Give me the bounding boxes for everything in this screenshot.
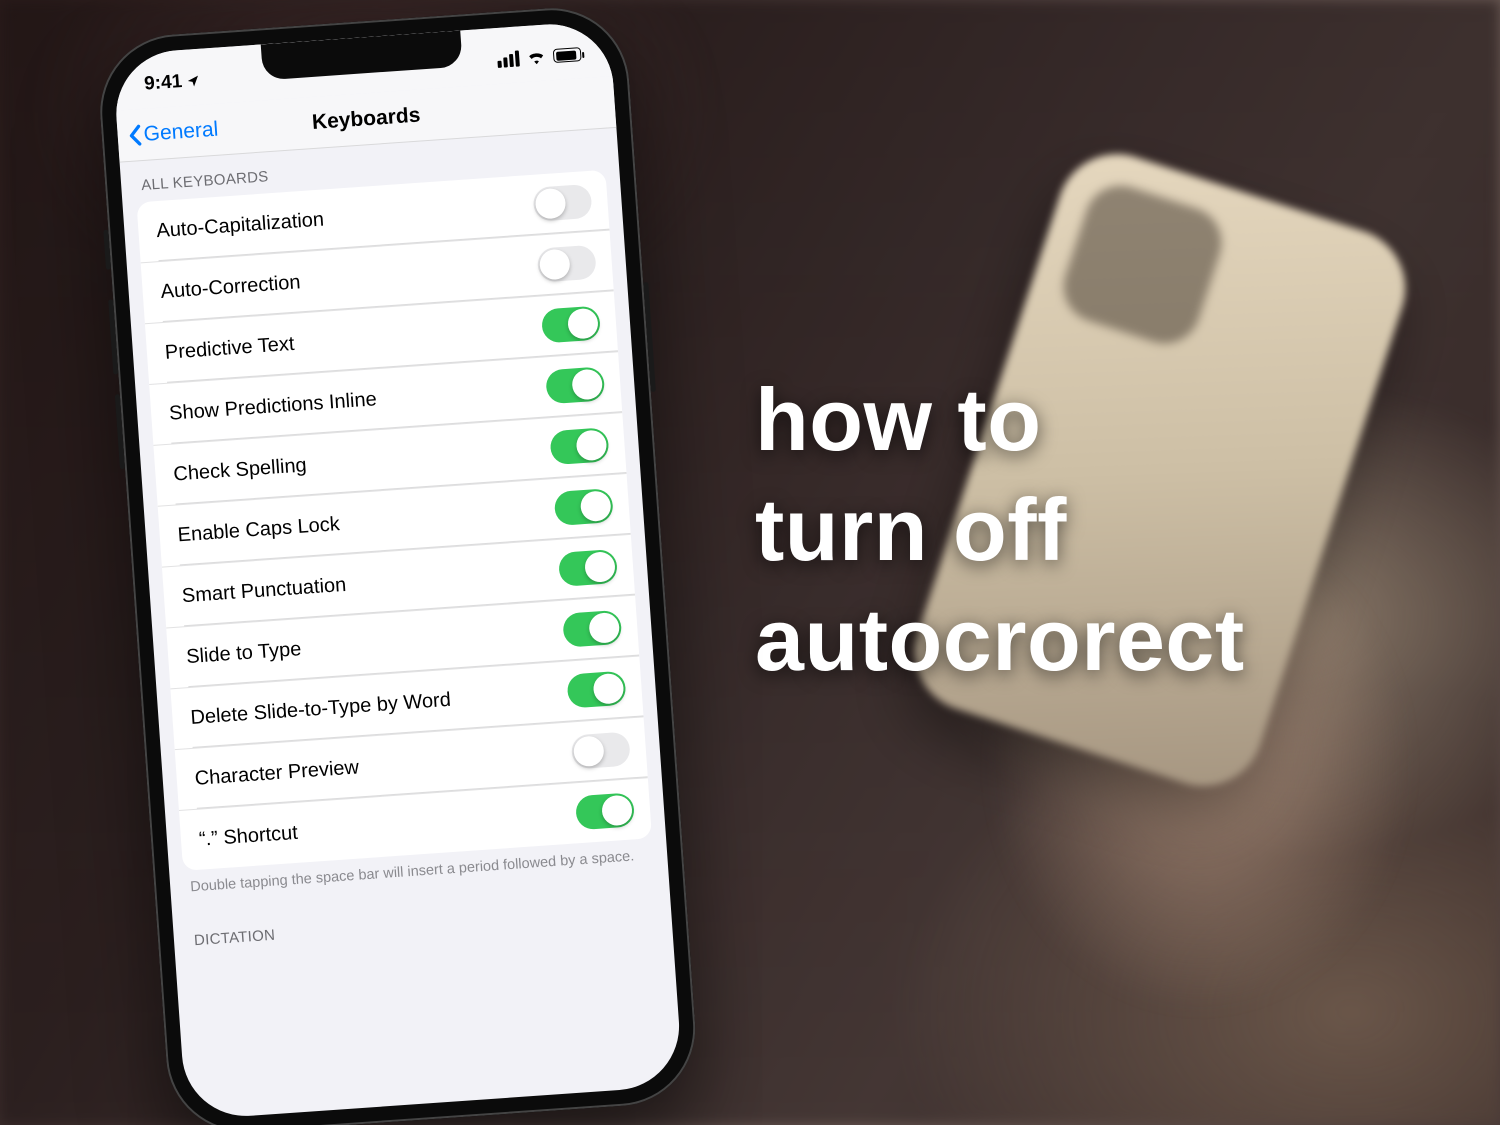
location-icon <box>186 74 201 89</box>
status-time: 9:41 <box>143 71 182 96</box>
keyboard-settings-group: Auto-Capitalization Auto-Correction Predic… <box>136 170 652 871</box>
settings-content[interactable]: ALL KEYBOARDS Auto-CapitalizationAuto-Co… <box>120 128 672 958</box>
toggle-knob <box>539 248 571 280</box>
toggle-switch[interactable] <box>541 306 601 344</box>
headline-text: how to turn off autocrorect <box>755 365 1245 695</box>
status-right-icons <box>497 46 582 68</box>
setting-label: Smart Punctuation <box>181 573 347 607</box>
toggle-switch[interactable] <box>545 366 605 404</box>
setting-label: Enable Caps Lock <box>177 513 341 547</box>
cellular-icon <box>497 50 520 67</box>
toggle-knob <box>575 429 607 461</box>
headline-line-1: how to <box>755 365 1245 475</box>
headline-line-3: autocrorect <box>755 585 1245 695</box>
iphone-screen: 9:41 <box>112 20 683 1120</box>
toggle-knob <box>571 368 603 400</box>
back-label: General <box>143 117 219 146</box>
status-time-area: 9:41 <box>143 70 200 96</box>
toggle-switch[interactable] <box>571 731 631 769</box>
setting-label: Auto-Capitalization <box>156 208 325 243</box>
battery-icon <box>553 47 582 63</box>
toggle-knob <box>535 188 567 220</box>
setting-label: Predictive Text <box>164 332 295 364</box>
toggle-switch[interactable] <box>537 245 597 283</box>
toggle-switch[interactable] <box>532 184 592 222</box>
toggle-switch[interactable] <box>575 792 635 830</box>
setting-label: “.” Shortcut <box>198 821 298 851</box>
iphone-frame: 9:41 <box>95 3 700 1125</box>
setting-label: Auto-Correction <box>160 271 301 304</box>
chevron-left-icon <box>127 123 143 146</box>
thumbnail-canvas: how to turn off autocrorect 9:41 <box>0 0 1500 1125</box>
setting-label: Delete Slide-to-Type by Word <box>190 688 452 729</box>
back-button[interactable]: General <box>126 104 220 161</box>
toggle-knob <box>573 735 605 767</box>
toggle-switch[interactable] <box>554 488 614 526</box>
toggle-switch[interactable] <box>566 671 626 709</box>
toggle-knob <box>592 673 624 705</box>
toggle-knob <box>567 308 599 340</box>
setting-label: Check Spelling <box>173 454 308 486</box>
setting-label: Character Preview <box>194 756 360 790</box>
toggle-switch[interactable] <box>562 610 622 648</box>
setting-label: Show Predictions Inline <box>168 388 377 425</box>
toggle-knob <box>588 612 620 644</box>
iphone-device: 9:41 <box>95 3 700 1125</box>
headline-line-2: turn off <box>755 475 1245 585</box>
toggle-knob <box>580 490 612 522</box>
toggle-knob <box>601 794 633 826</box>
toggle-switch[interactable] <box>558 549 618 587</box>
wifi-icon <box>526 50 547 65</box>
setting-label: Slide to Type <box>185 638 302 669</box>
toggle-knob <box>584 551 616 583</box>
toggle-switch[interactable] <box>549 427 609 465</box>
nav-title: Keyboards <box>311 103 421 135</box>
